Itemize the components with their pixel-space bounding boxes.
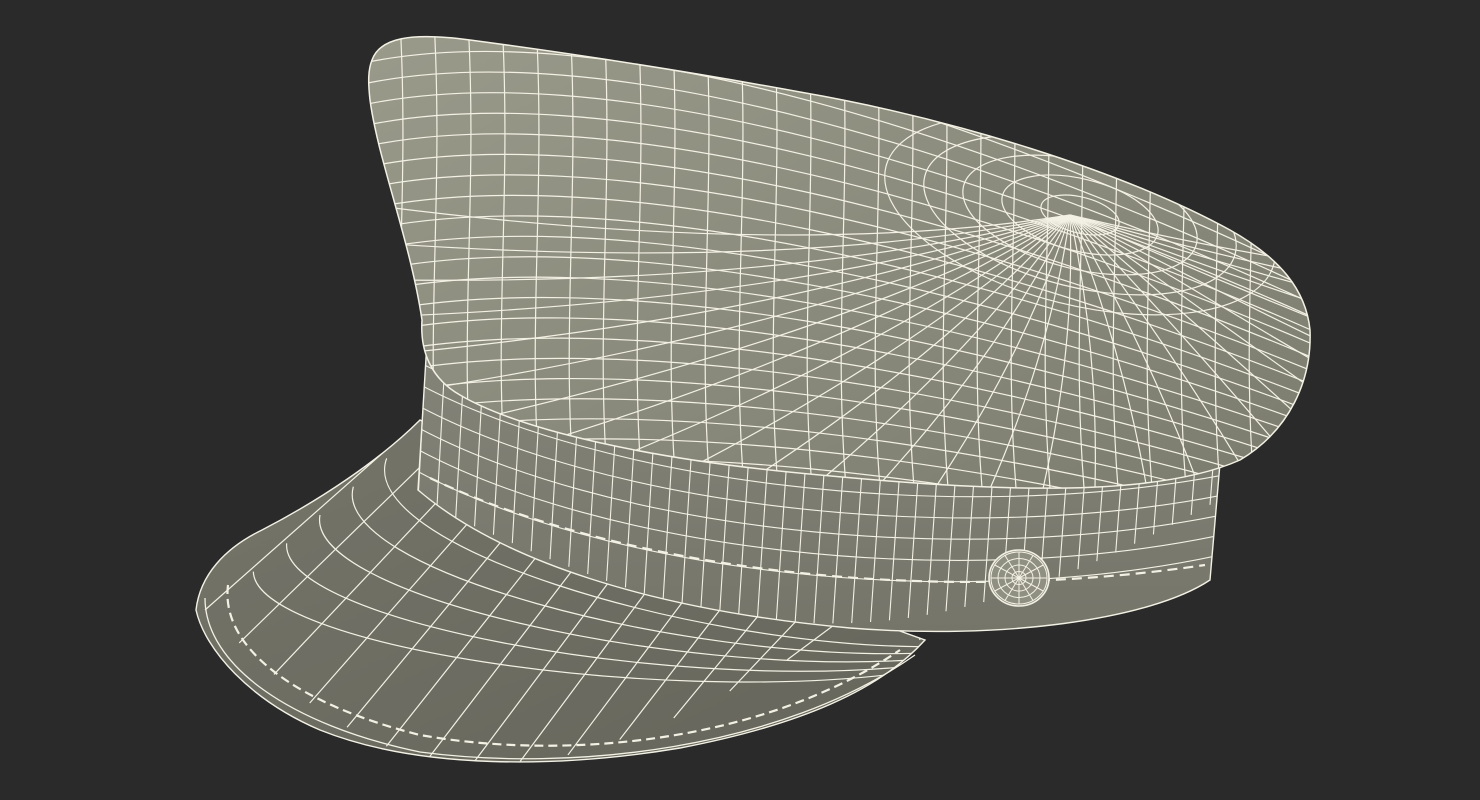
render-viewport — [0, 0, 1480, 800]
wireframe-cap-icon — [195, 35, 1311, 763]
cap-button — [988, 549, 1050, 607]
